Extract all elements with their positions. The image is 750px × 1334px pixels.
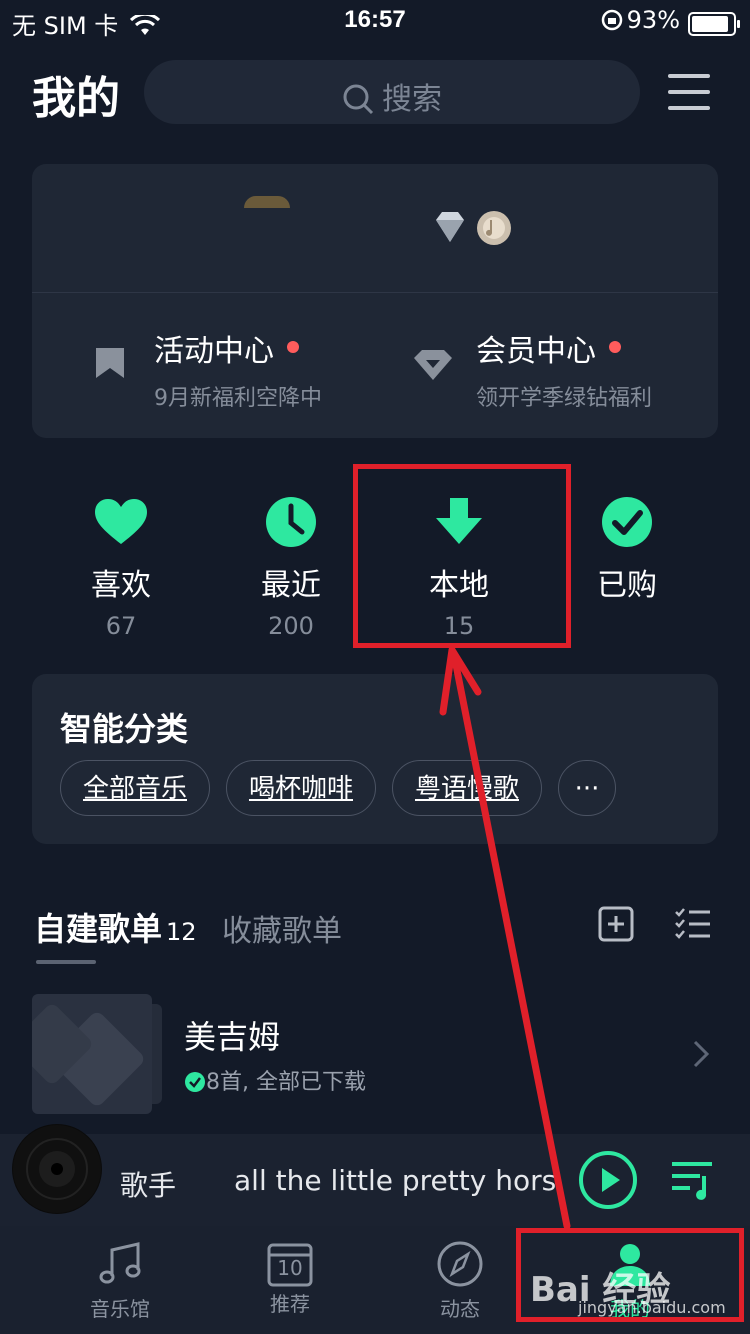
annotation-arrow: [439, 646, 571, 1230]
watermark-url: jingyan.baidu.com: [578, 1298, 726, 1317]
